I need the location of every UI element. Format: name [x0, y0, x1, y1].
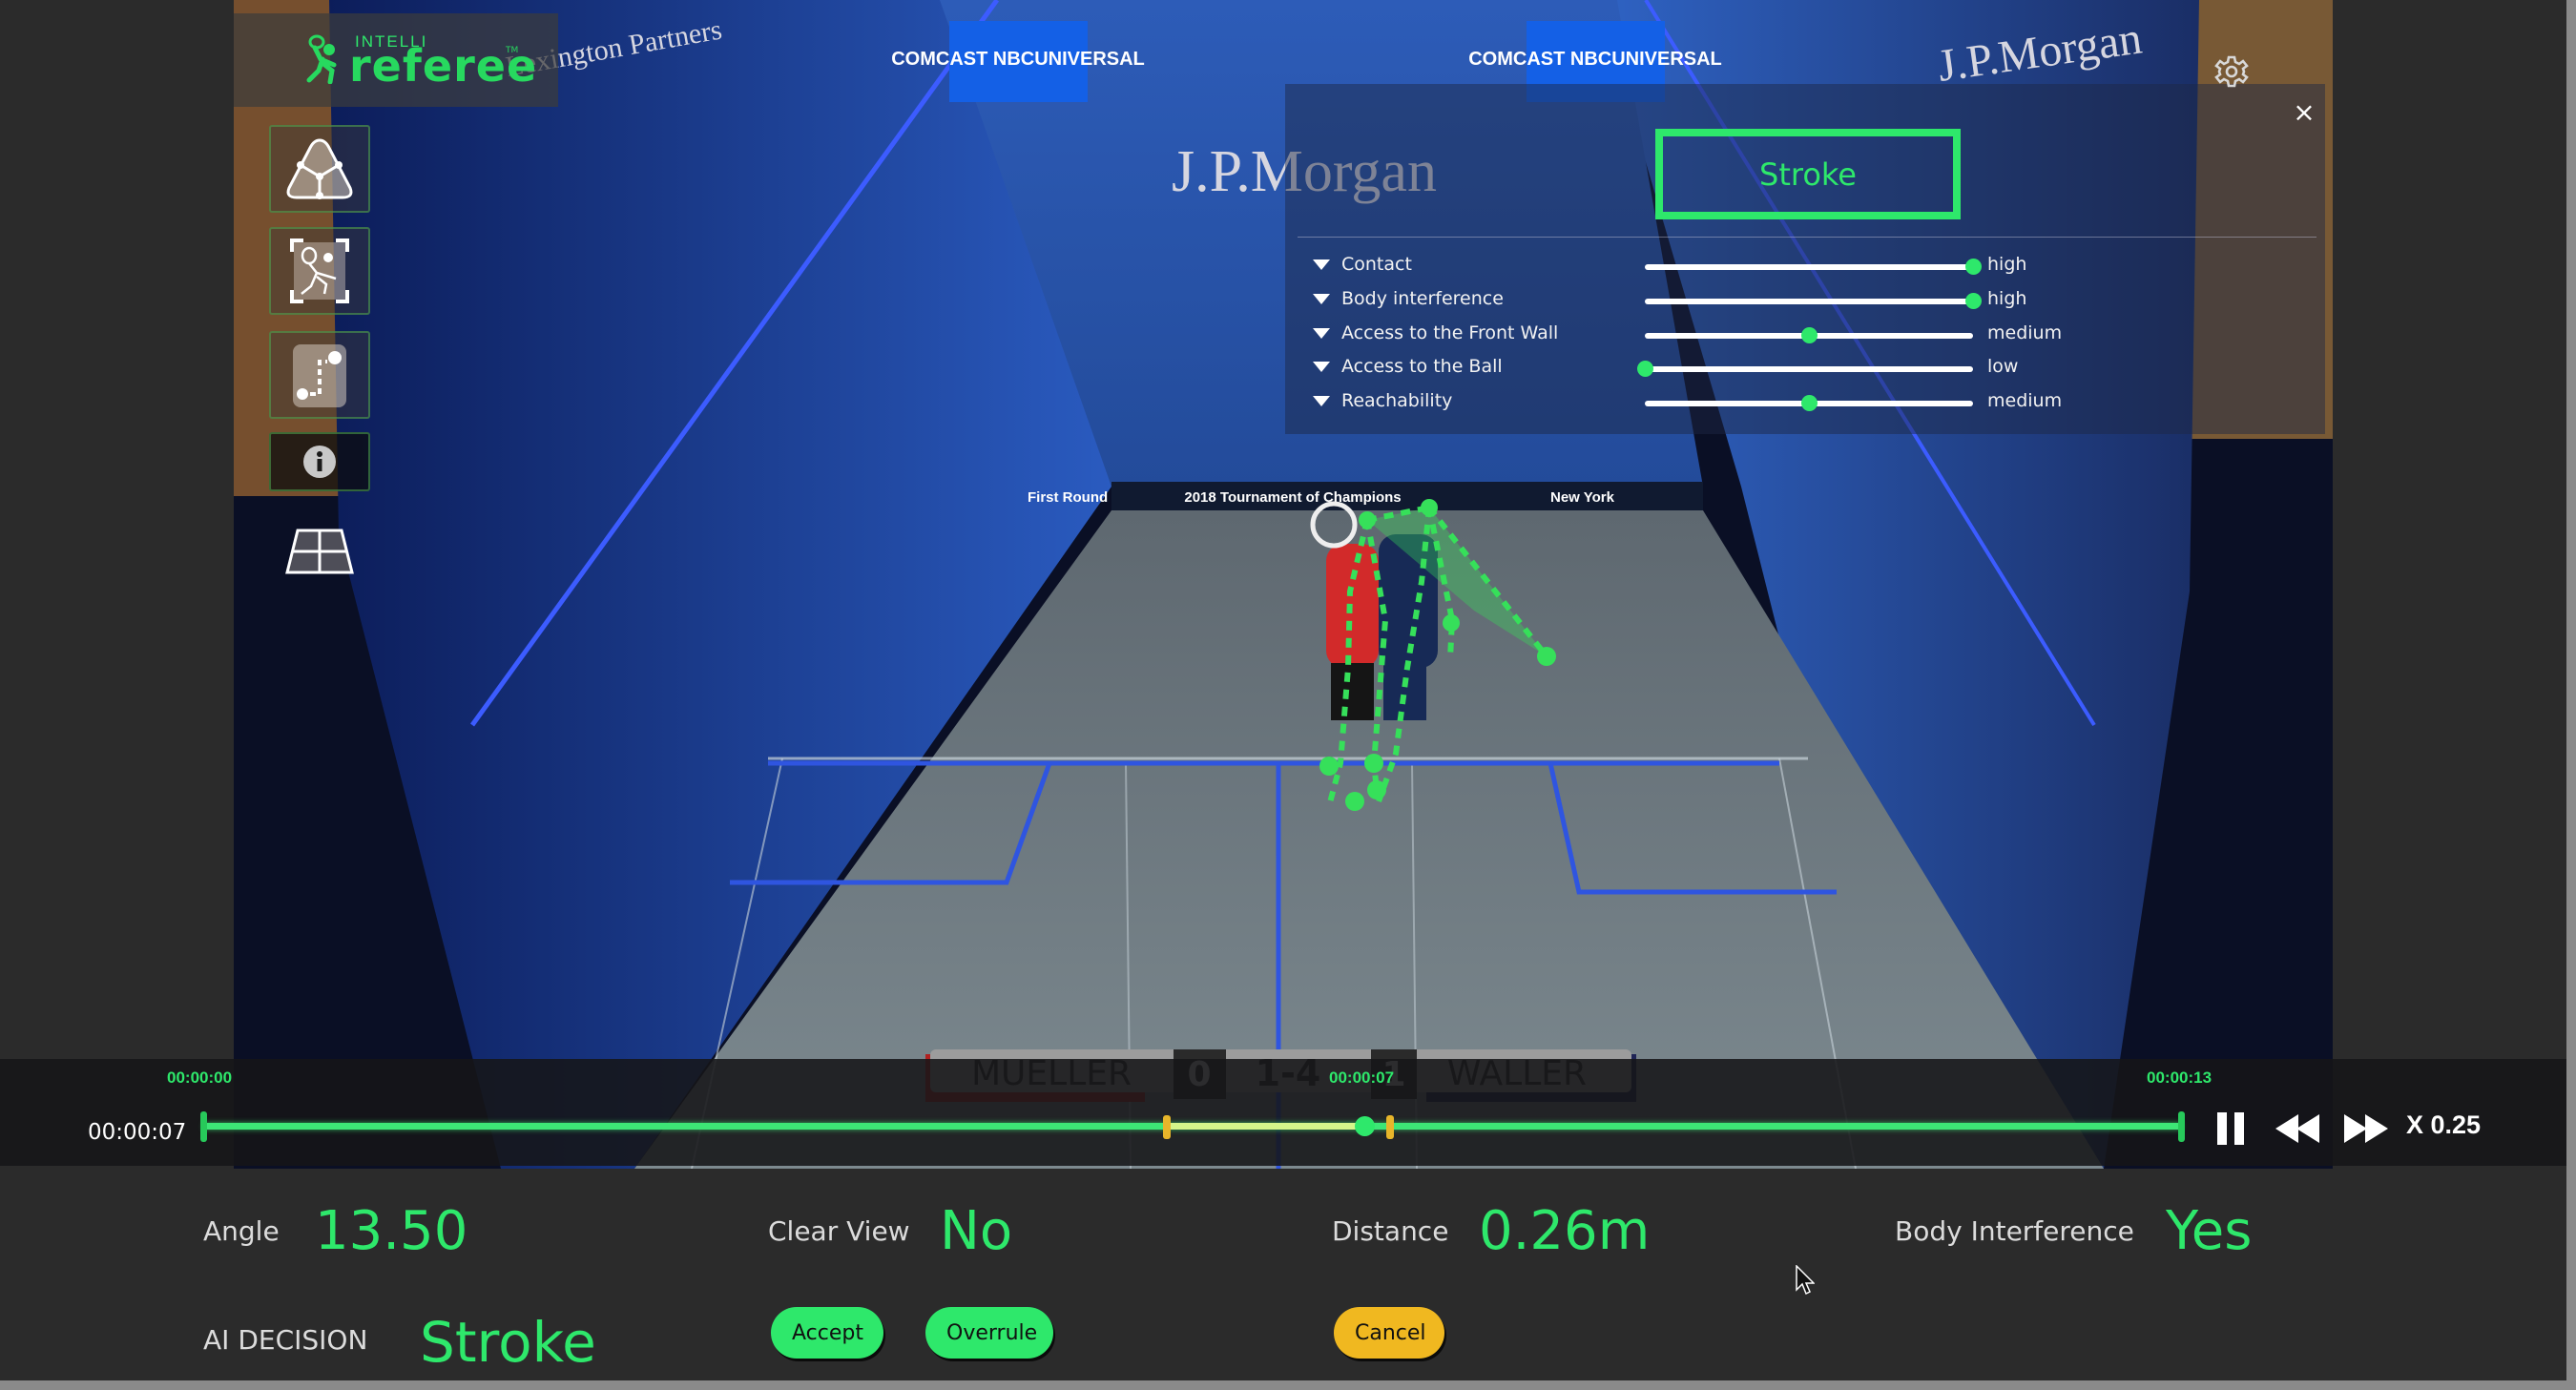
criterion-row: Body interference high [1307, 286, 2147, 315]
triangulation-tool-button[interactable] [269, 125, 370, 213]
criterion-slider[interactable] [1637, 361, 1973, 377]
criterion-slider[interactable] [1645, 395, 1973, 411]
overrule-button[interactable]: Overrule [925, 1307, 1053, 1359]
criterion-label: Access to the Ball [1341, 356, 1503, 377]
decision-result-box: Stroke [1655, 129, 1961, 219]
criterion-slider-knob[interactable] [1637, 361, 1653, 377]
accept-button[interactable]: Accept [771, 1307, 883, 1359]
timeline-start-cap[interactable] [200, 1111, 207, 1142]
player-detection-tool-button[interactable] [269, 227, 370, 315]
fast-forward-button[interactable] [2344, 1114, 2390, 1143]
body-interference-label: Body Interference [1895, 1215, 2134, 1247]
pause-button[interactable] [2217, 1112, 2246, 1145]
sponsor-banner-2: COMCAST NBCUNIVERSAL [1468, 49, 1722, 70]
timeline-playhead-time: 00:00:07 [1329, 1068, 1395, 1087]
distance-value: 0.26m [1479, 1200, 1651, 1262]
angle-label: Angle [203, 1215, 280, 1247]
criterion-slider[interactable] [1645, 293, 1982, 309]
criterion-value: high [1987, 288, 2027, 309]
rewind-icon [2275, 1114, 2319, 1143]
close-panel-button[interactable]: × [2290, 98, 2318, 127]
ai-decision-label: AI DECISION [203, 1324, 368, 1356]
current-time-display: 00:00:07 [88, 1120, 187, 1145]
window-right-edge [2566, 0, 2576, 1390]
court-view-tool-button[interactable] [269, 520, 370, 582]
expand-caret-icon[interactable] [1313, 396, 1330, 406]
distance-label: Distance [1332, 1215, 1449, 1247]
decision-result-label: Stroke [1759, 156, 1857, 193]
trajectory-icon [293, 344, 346, 407]
criterion-row: Reachability medium [1307, 388, 2147, 417]
timeline-end-time: 00:00:13 [2147, 1068, 2212, 1087]
criterion-value: low [1987, 356, 2019, 377]
trajectory-tool-button[interactable] [269, 331, 370, 419]
criterion-slider-knob[interactable] [1965, 259, 1982, 275]
tin-text-city: New York [1550, 489, 1615, 506]
expand-caret-icon[interactable] [1313, 259, 1330, 270]
criterion-slider[interactable] [1645, 327, 1973, 343]
cancel-button[interactable]: Cancel [1334, 1307, 1444, 1359]
timeline-playhead[interactable] [1355, 1116, 1376, 1136]
criterion-label: Access to the Front Wall [1341, 322, 1559, 343]
criterion-slider-knob[interactable] [1801, 327, 1818, 343]
criterion-value: high [1987, 254, 2027, 275]
court-grid-icon [285, 529, 354, 573]
sponsor-banner-1: COMCAST NBCUNIVERSAL [891, 49, 1145, 70]
criterion-row: Contact high [1307, 252, 2147, 280]
criterion-label: Contact [1341, 254, 1412, 275]
clear-view-label: Clear View [768, 1215, 910, 1247]
criterion-row: Access to the Front Wall medium [1307, 321, 2147, 349]
info-tool-button[interactable] [269, 432, 370, 491]
expand-caret-icon[interactable] [1313, 328, 1330, 339]
criterion-value: medium [1987, 390, 2063, 411]
playback-speed-selector[interactable]: X 0.25 [2406, 1110, 2481, 1140]
ai-decision-value: Stroke [420, 1310, 596, 1375]
clear-view-value: No [940, 1200, 1013, 1262]
pause-icon [2217, 1112, 2244, 1145]
timeline-selected-range [1167, 1123, 1365, 1130]
timeline-scrubber[interactable] [200, 1107, 2185, 1145]
settings-gear-icon[interactable] [2213, 53, 2250, 90]
tin-text-round: First Round [1028, 489, 1108, 506]
criterion-label: Body interference [1341, 288, 1504, 309]
fast-forward-icon [2344, 1114, 2388, 1143]
criterion-slider-knob[interactable] [1801, 395, 1818, 411]
mouse-cursor-icon [1796, 1265, 1815, 1296]
window-bottom-edge [0, 1380, 2576, 1390]
criterion-label: Reachability [1341, 390, 1453, 411]
panel-divider [1298, 237, 2316, 238]
player-focus-icon [290, 239, 349, 303]
timeline-marker-out[interactable] [1386, 1115, 1395, 1139]
expand-caret-icon[interactable] [1313, 362, 1330, 372]
timeline-marker-in[interactable] [1163, 1115, 1172, 1139]
timeline-start-time: 00:00:00 [167, 1068, 233, 1087]
rewind-button[interactable] [2275, 1114, 2321, 1143]
triangle-nodes-icon [286, 138, 353, 199]
criterion-value: medium [1987, 322, 2063, 343]
info-icon [303, 446, 336, 478]
angle-value: 13.50 [315, 1200, 468, 1262]
tin-text-tournament: 2018 Tournament of Champions [1184, 489, 1401, 506]
timeline-end-cap[interactable] [2178, 1111, 2185, 1142]
criterion-slider-knob[interactable] [1965, 293, 1982, 309]
logo-trademark: TM [506, 46, 519, 55]
squash-player-logo-icon [306, 34, 337, 84]
body-interference-value: Yes [2166, 1200, 2253, 1262]
criterion-row: Access to the Ball low [1307, 354, 2147, 383]
criterion-slider[interactable] [1645, 259, 1982, 275]
expand-caret-icon[interactable] [1313, 294, 1330, 304]
